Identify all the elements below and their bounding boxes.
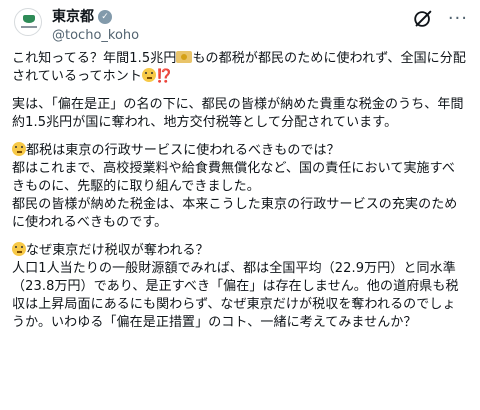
thinking-face-icon [12,142,26,156]
question-1-text: 都税は東京の行政サービスに使われるべきものでは？ [26,143,340,158]
answer-2-text: 人口1人当たりの一般財源額でみれば、都は全国平均（22.9万円）と同水準（23.… [12,261,459,330]
thinking-face-icon [141,68,156,82]
header-actions: ··· [412,8,468,30]
tweet-header: 東京都 ✓ @tocho_koho ··· [12,6,468,46]
paragraph-fact: 実は、「偏在是正」の名の下に、都民の皆様が納めた貴重な税金のうち、年間約1.5兆… [12,97,464,130]
display-name[interactable]: 東京都 [52,8,94,26]
author-names: 東京都 ✓ @tocho_koho [52,8,139,44]
exclamation-question-icon: ⁉️ [155,69,173,84]
more-icon[interactable]: ··· [448,8,468,30]
money-bag-icon [176,51,193,63]
paragraph-question-2: なぜ東京だけ税収が奪われる？ 人口1人当たりの一般財源額でみれば、都は全国平均（2… [12,242,468,332]
logo-caption [21,26,37,28]
name-row: 東京都 ✓ [52,8,139,26]
user-handle[interactable]: @tocho_koho [52,28,139,44]
tweet-card: 東京都 ✓ @tocho_koho ··· これ知ってる？年間1.5兆円 もの都税… [0,0,480,410]
intro-text-a: これ知ってる？年間1.5兆円 [12,51,177,66]
paragraph-question-1: 都税は東京の行政サービスに使われるべきものでは？ 都はこれまで、高校授業料や給食費… [12,142,468,232]
paragraph-intro: これ知ってる？年間1.5兆円 もの都税が都民のために使われず、全国に分配されている… [12,50,468,86]
tweet-text: これ知ってる？年間1.5兆円 もの都税が都民のために使われず、全国に分配されている… [12,50,468,332]
avatar[interactable] [14,8,42,36]
verified-badge-icon: ✓ [98,10,112,24]
answer-1-line-1: 都はこれまで、高校授業料や給食費無償化など、国の責任において実施すべきものに、先… [12,161,455,194]
thinking-face-icon [12,242,26,256]
question-2-text: なぜ東京だけ税収が奪われる？ [26,243,209,258]
answer-1-line-2: 都民の皆様が納めた税金は、本来こうした東京の行政サービスの充実のために使われるべ… [12,197,458,230]
tokyo-logo-icon [23,15,35,23]
grok-icon[interactable] [412,8,434,30]
